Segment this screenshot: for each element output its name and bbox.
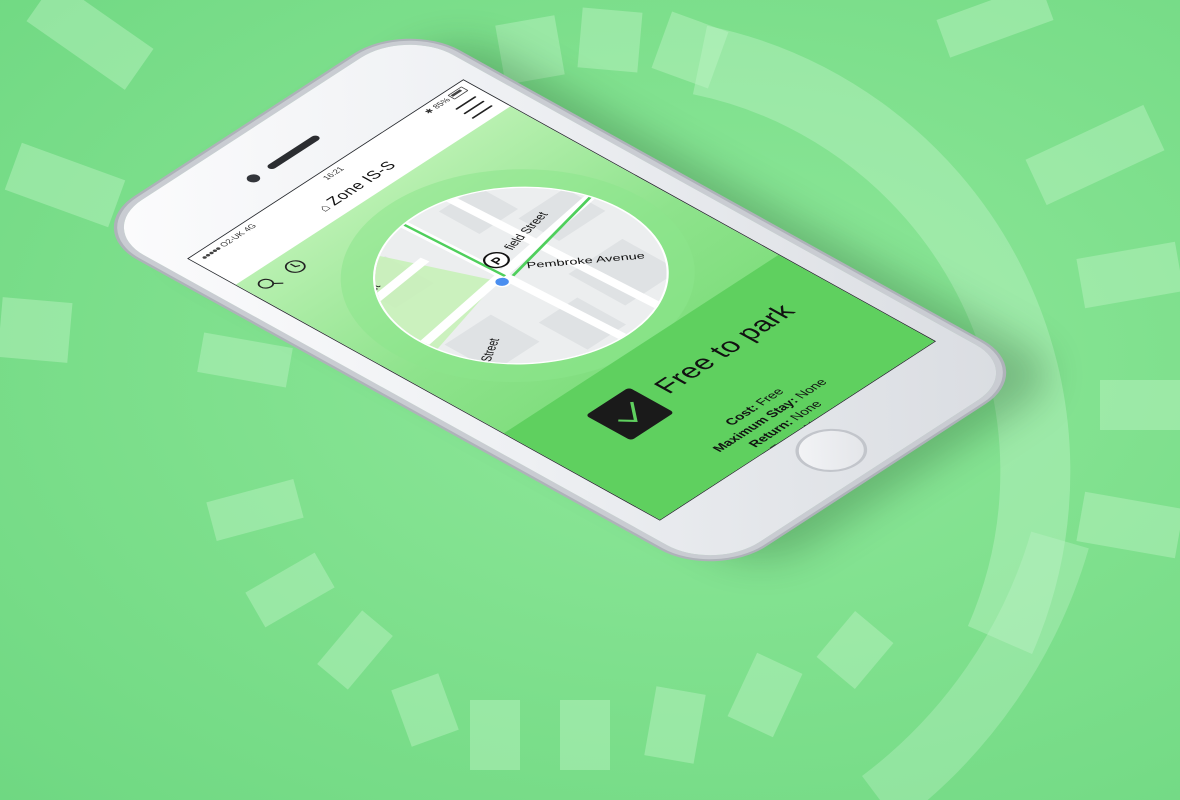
front-camera [243,172,263,185]
speaker-grille [265,134,322,171]
checkmark-icon [585,387,675,441]
phone-device: ●●●●● O2-UK 4G 16:21 ✱ 85% ⌂ Zone IS-S P… [97,28,1023,572]
hamburger-menu-icon[interactable] [455,96,494,119]
